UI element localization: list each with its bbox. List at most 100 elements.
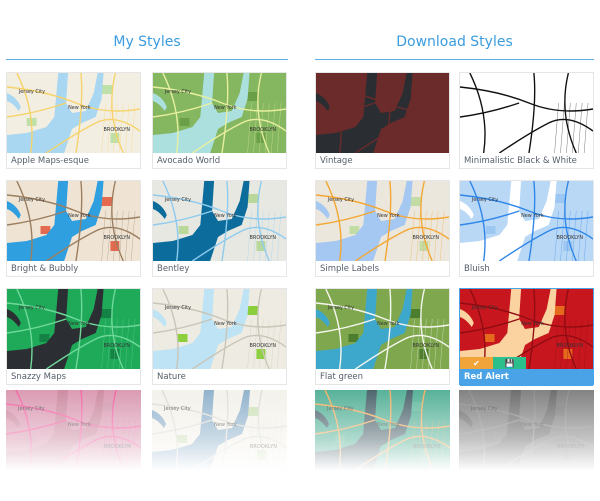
faded-style-preview: Jersey City New York BROOKLYN — [6, 390, 141, 480]
style-name: Bright & Bubbly — [11, 264, 79, 274]
map-preview: Jersey City New York BROOKLYN — [460, 181, 593, 261]
style-thumbnail[interactable]: Jersey City New York BROOKLYN — [153, 73, 286, 153]
map-label: Jersey City — [163, 406, 191, 412]
apply-button[interactable]: ✔ — [460, 357, 493, 369]
style-name: Apple Maps-esque — [11, 156, 90, 166]
map-label: BROOKLYN — [250, 343, 277, 349]
map-label: New York — [214, 105, 237, 111]
map-label: New York — [214, 422, 237, 428]
style-card[interactable]: Jersey City New York BROOKLYN ✔ 💾 Red Alert — [459, 288, 594, 386]
map-label: New York — [68, 321, 91, 327]
style-card[interactable]: Jersey City New York BROOKLYN Bright & Bubb… — [6, 180, 141, 277]
map-label: BROOKLYN — [413, 343, 440, 349]
style-name: Avocado World — [157, 156, 221, 166]
map-preview: Jersey City New York BROOKLYN — [153, 289, 286, 369]
style-thumbnail[interactable]: Jersey City New York BROOKLYN — [7, 181, 140, 261]
map-label: BROOKLYN — [250, 444, 277, 450]
style-card[interactable]: Jersey City New York BROOKLYN Snazzy Maps — [6, 288, 141, 385]
map-preview — [316, 73, 449, 153]
divider — [315, 59, 594, 60]
map-label: BROOKLYN — [413, 444, 440, 450]
map-label: Jersey City — [471, 197, 498, 203]
map-preview: Jersey City New York BROOKLYN — [6, 390, 141, 470]
map-label: New York — [377, 213, 400, 219]
map-label: Jersey City — [17, 406, 45, 412]
faded-style-preview: Jersey City New York BROOKLYN — [152, 390, 287, 480]
my-styles-heading: My Styles — [113, 34, 181, 50]
map-preview: Jersey City New York BROOKLYN — [316, 289, 449, 369]
style-name: Vintage — [320, 156, 353, 166]
map-label: Jersey City — [470, 406, 498, 412]
faded-style-preview: Jersey City New York BROOKLYN — [459, 390, 594, 480]
map-label: BROOKLYN — [104, 343, 131, 349]
map-label: New York — [214, 213, 237, 219]
style-thumbnail[interactable]: Jersey City New York BROOKLYN — [316, 181, 449, 261]
style-thumbnail[interactable] — [460, 73, 593, 153]
style-thumbnail[interactable]: Jersey City New York BROOKLYN — [153, 181, 286, 261]
download-styles-heading: Download Styles — [396, 34, 513, 50]
style-name: Minimalistic Black & White — [464, 156, 577, 166]
faded-style-preview: Jersey City New York BROOKLYN — [315, 390, 450, 480]
map-label: BROOKLYN — [104, 235, 131, 241]
style-name: Snazzy Maps — [11, 372, 67, 382]
map-label: New York — [377, 321, 400, 327]
map-preview: Jersey City New York BROOKLYN — [153, 181, 286, 261]
map-label: BROOKLYN — [557, 444, 584, 450]
map-label: BROOKLYN — [250, 127, 277, 133]
style-thumbnail[interactable]: Jersey City New York BROOKLYN — [153, 289, 286, 369]
style-card[interactable]: Jersey City New York BROOKLYN Flat green — [315, 288, 450, 385]
map-preview — [460, 73, 593, 153]
style-name: Nature — [157, 372, 186, 382]
map-label: BROOKLYN — [104, 127, 131, 133]
map-label: New York — [68, 213, 91, 219]
style-name: Bluish — [464, 264, 490, 274]
map-preview: Jersey City New York BROOKLYN — [459, 390, 594, 470]
map-label: New York — [521, 213, 544, 219]
map-label: BROOKLYN — [250, 235, 277, 241]
style-card[interactable]: Jersey City New York BROOKLYN Bluish — [459, 180, 594, 277]
map-label: Jersey City — [327, 305, 354, 311]
floppy-disk-icon: 💾 — [504, 358, 515, 368]
style-name: Red Alert — [460, 369, 593, 386]
map-preview: Jersey City New York BROOKLYN — [7, 289, 140, 369]
style-thumbnail[interactable]: Jersey City New York BROOKLYN — [7, 289, 140, 369]
style-card[interactable]: Jersey City New York BROOKLYN Bentley — [152, 180, 287, 277]
map-preview: Jersey City New York BROOKLYN — [7, 181, 140, 261]
save-button[interactable]: 💾 — [493, 357, 526, 369]
style-card[interactable]: Jersey City New York BROOKLYN Simple Labels — [315, 180, 450, 277]
map-label: Jersey City — [18, 89, 45, 95]
checkmark-icon: ✔ — [473, 358, 480, 368]
map-preview: Jersey City New York BROOKLYN — [315, 390, 450, 470]
map-label: New York — [521, 321, 544, 327]
style-thumbnail[interactable] — [316, 73, 449, 153]
divider — [6, 59, 288, 60]
style-thumbnail[interactable]: Jersey City New York BROOKLYN ✔ 💾 — [460, 289, 593, 369]
style-card[interactable]: Vintage — [315, 72, 450, 169]
map-label: New York — [377, 422, 400, 428]
map-label: BROOKLYN — [104, 444, 131, 450]
style-thumbnail[interactable]: Jersey City New York BROOKLYN — [460, 181, 593, 261]
style-name: Simple Labels — [320, 264, 380, 274]
style-thumbnail[interactable]: Jersey City New York BROOKLYN — [7, 73, 140, 153]
map-preview: Jersey City New York BROOKLYN — [7, 73, 140, 153]
map-label: Jersey City — [471, 305, 498, 311]
style-card[interactable]: Minimalistic Black & White — [459, 72, 594, 169]
style-card[interactable]: Jersey City New York BROOKLYN Apple Maps-es… — [6, 72, 141, 169]
style-card[interactable]: Jersey City New York BROOKLYN Nature — [152, 288, 287, 385]
style-name: Bentley — [157, 264, 190, 274]
map-label: New York — [68, 422, 91, 428]
style-card[interactable]: Jersey City New York BROOKLYN Avocado World — [152, 72, 287, 169]
map-label: BROOKLYN — [557, 343, 584, 349]
map-preview: Jersey City New York BROOKLYN — [153, 73, 286, 153]
map-label: Jersey City — [164, 305, 191, 311]
style-name: Flat green — [320, 372, 364, 382]
map-label: Jersey City — [327, 197, 354, 203]
style-thumbnail[interactable]: Jersey City New York BROOKLYN — [316, 289, 449, 369]
map-label: New York — [521, 422, 544, 428]
map-label: Jersey City — [326, 406, 354, 412]
map-label: BROOKLYN — [557, 235, 584, 241]
map-label: Jersey City — [164, 197, 191, 203]
card-actions: ✔ 💾 — [460, 357, 526, 369]
map-preview: Jersey City New York BROOKLYN — [152, 390, 287, 470]
map-label: New York — [214, 321, 237, 327]
